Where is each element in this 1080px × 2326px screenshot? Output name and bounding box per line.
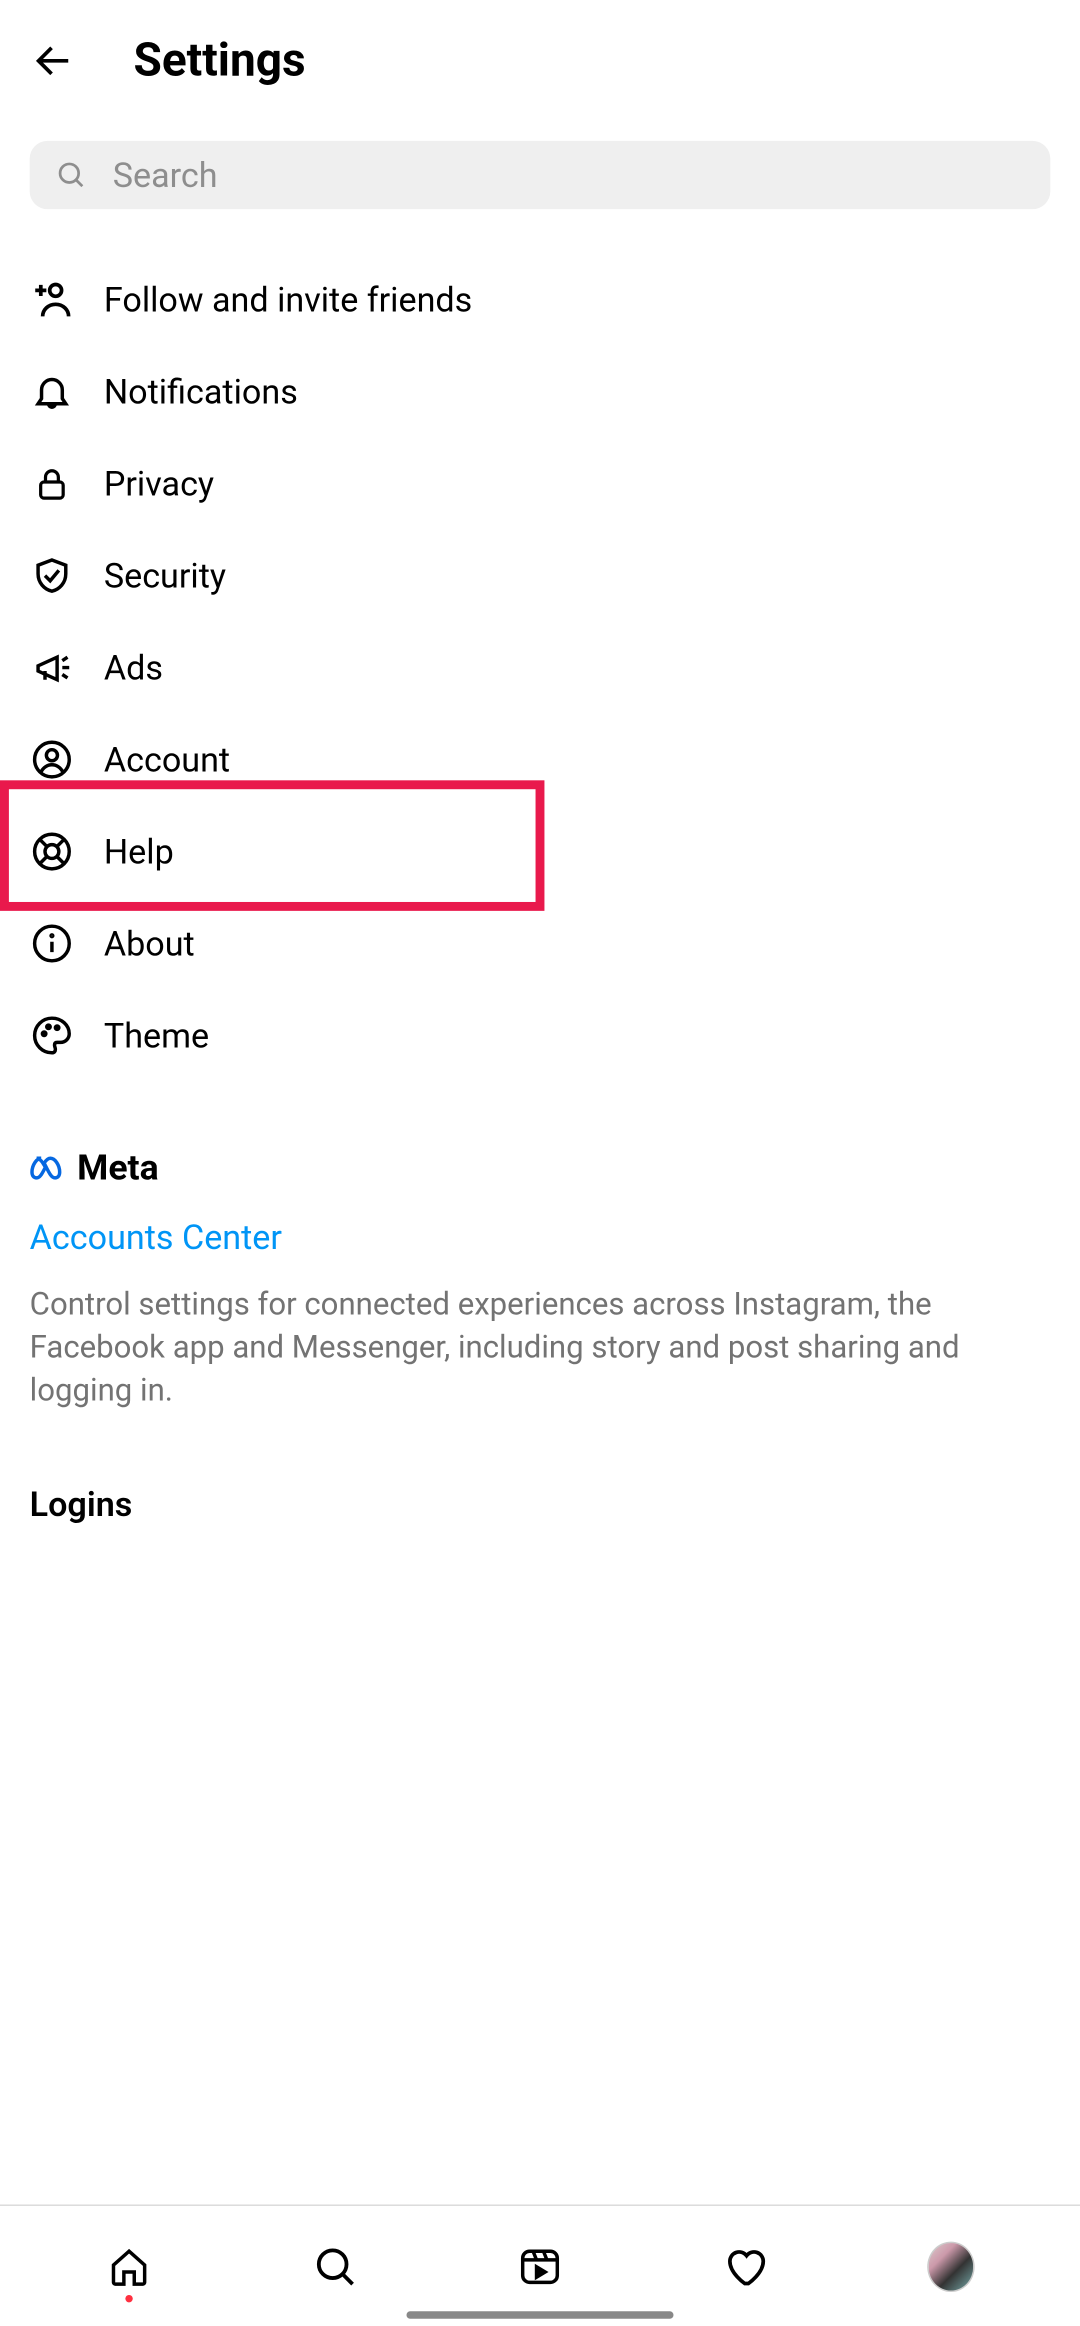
home-indicator: [406, 2311, 673, 2318]
notification-dot: [126, 2294, 133, 2301]
lock-icon: [30, 461, 75, 506]
menu-item-account[interactable]: Account: [0, 714, 1080, 806]
palette-icon: [30, 1013, 75, 1058]
menu-label: Privacy: [104, 464, 214, 504]
meta-icon: [30, 1153, 72, 1183]
menu-label: Theme: [104, 1015, 209, 1055]
menu-item-notifications[interactable]: Notifications: [0, 346, 1080, 438]
nav-home[interactable]: [106, 2242, 153, 2289]
search-input[interactable]: Search: [30, 141, 1051, 209]
shield-icon: [30, 553, 75, 598]
menu-label: Notifications: [104, 372, 298, 412]
accounts-center-link[interactable]: Accounts Center: [30, 1218, 1051, 1258]
bottom-nav: [0, 2204, 1080, 2326]
info-icon: [30, 921, 75, 966]
meta-brand: Meta: [30, 1147, 1051, 1189]
menu-label: Follow and invite friends: [104, 280, 472, 320]
menu-item-theme[interactable]: Theme: [0, 989, 1080, 1081]
nav-activity[interactable]: [722, 2242, 769, 2289]
search-icon: [56, 160, 86, 190]
settings-menu: Follow and invite friends Notifications …: [0, 254, 1080, 1082]
home-icon: [109, 2245, 151, 2287]
meta-section: Meta Accounts Center Control settings fo…: [0, 1147, 1080, 1414]
account-icon: [30, 737, 75, 782]
menu-item-ads[interactable]: Ads: [0, 622, 1080, 714]
bell-icon: [30, 369, 75, 414]
nav-reels[interactable]: [516, 2242, 563, 2289]
menu-label: Security: [104, 556, 226, 596]
menu-label: Ads: [104, 648, 163, 688]
lifebuoy-icon: [30, 829, 75, 874]
megaphone-icon: [30, 645, 75, 690]
menu-label: About: [104, 923, 195, 963]
menu-item-security[interactable]: Security: [0, 530, 1080, 622]
header: Settings: [0, 0, 1080, 114]
menu-item-privacy[interactable]: Privacy: [0, 438, 1080, 530]
back-button[interactable]: [30, 36, 77, 83]
avatar: [927, 2241, 974, 2291]
logins-heading: Logins: [0, 1485, 1080, 1525]
heart-icon: [723, 2244, 768, 2289]
menu-label: Account: [104, 740, 230, 780]
search-container: Search: [0, 141, 1080, 209]
search-icon: [314, 2245, 356, 2287]
menu-item-about[interactable]: About: [0, 898, 1080, 990]
reels-icon: [519, 2245, 561, 2287]
add-person-icon: [30, 277, 75, 322]
nav-profile[interactable]: [927, 2242, 974, 2289]
nav-search[interactable]: [311, 2242, 358, 2289]
search-placeholder: Search: [113, 155, 218, 195]
menu-item-help[interactable]: Help: [0, 806, 1080, 898]
menu-item-follow-invite[interactable]: Follow and invite friends: [0, 254, 1080, 346]
menu-label: Help: [104, 832, 174, 872]
page-title: Settings: [134, 33, 306, 88]
meta-label: Meta: [77, 1147, 158, 1189]
meta-description: Control settings for connected experienc…: [30, 1285, 1051, 1414]
arrow-left-icon: [31, 38, 76, 83]
